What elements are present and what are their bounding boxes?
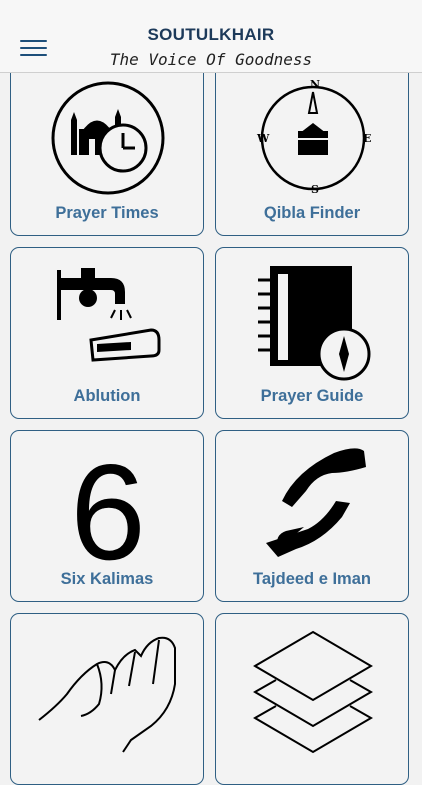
tile-label: Tajdeed e Iman <box>253 570 371 588</box>
compass-south: S <box>311 183 319 196</box>
tile-label: Six Kalimas <box>60 570 154 588</box>
compass-west: W <box>256 132 270 145</box>
six-glyph: 6 <box>70 436 146 588</box>
app-subtitle: The Voice Of Goodness <box>109 50 313 69</box>
tile-more[interactable] <box>215 613 409 785</box>
feature-grid: Prayer Times N E S W Qibla Finder Abluti… <box>0 0 422 785</box>
tile-six-kalimas[interactable]: 6 Six Kalimas <box>10 430 204 602</box>
layers-icon <box>253 630 373 754</box>
tile-ablution[interactable]: Ablution <box>10 247 204 419</box>
tile-label: Ablution <box>73 387 141 405</box>
compass-north: N <box>310 78 320 91</box>
app-title: SOUTULKHAIR <box>147 25 275 44</box>
tile-qibla-finder[interactable]: N E S W Qibla Finder <box>215 64 409 236</box>
praying-hands-icon <box>38 636 176 753</box>
tile-label: Prayer Times <box>55 204 159 222</box>
tile-label: Qibla Finder <box>263 204 361 222</box>
tile-tajdeed-e-iman[interactable]: Tajdeed e Iman <box>215 430 409 602</box>
compass-east: E <box>363 132 371 145</box>
tile-label: Prayer Guide <box>260 387 364 405</box>
tile-prayer-guide[interactable]: Prayer Guide <box>215 247 409 419</box>
tile-prayer-times[interactable]: Prayer Times <box>10 64 204 236</box>
app-header: SOUTULKHAIR The Voice Of Goodness <box>0 0 422 73</box>
menu-line <box>20 47 47 49</box>
tile-dua[interactable] <box>10 613 204 785</box>
